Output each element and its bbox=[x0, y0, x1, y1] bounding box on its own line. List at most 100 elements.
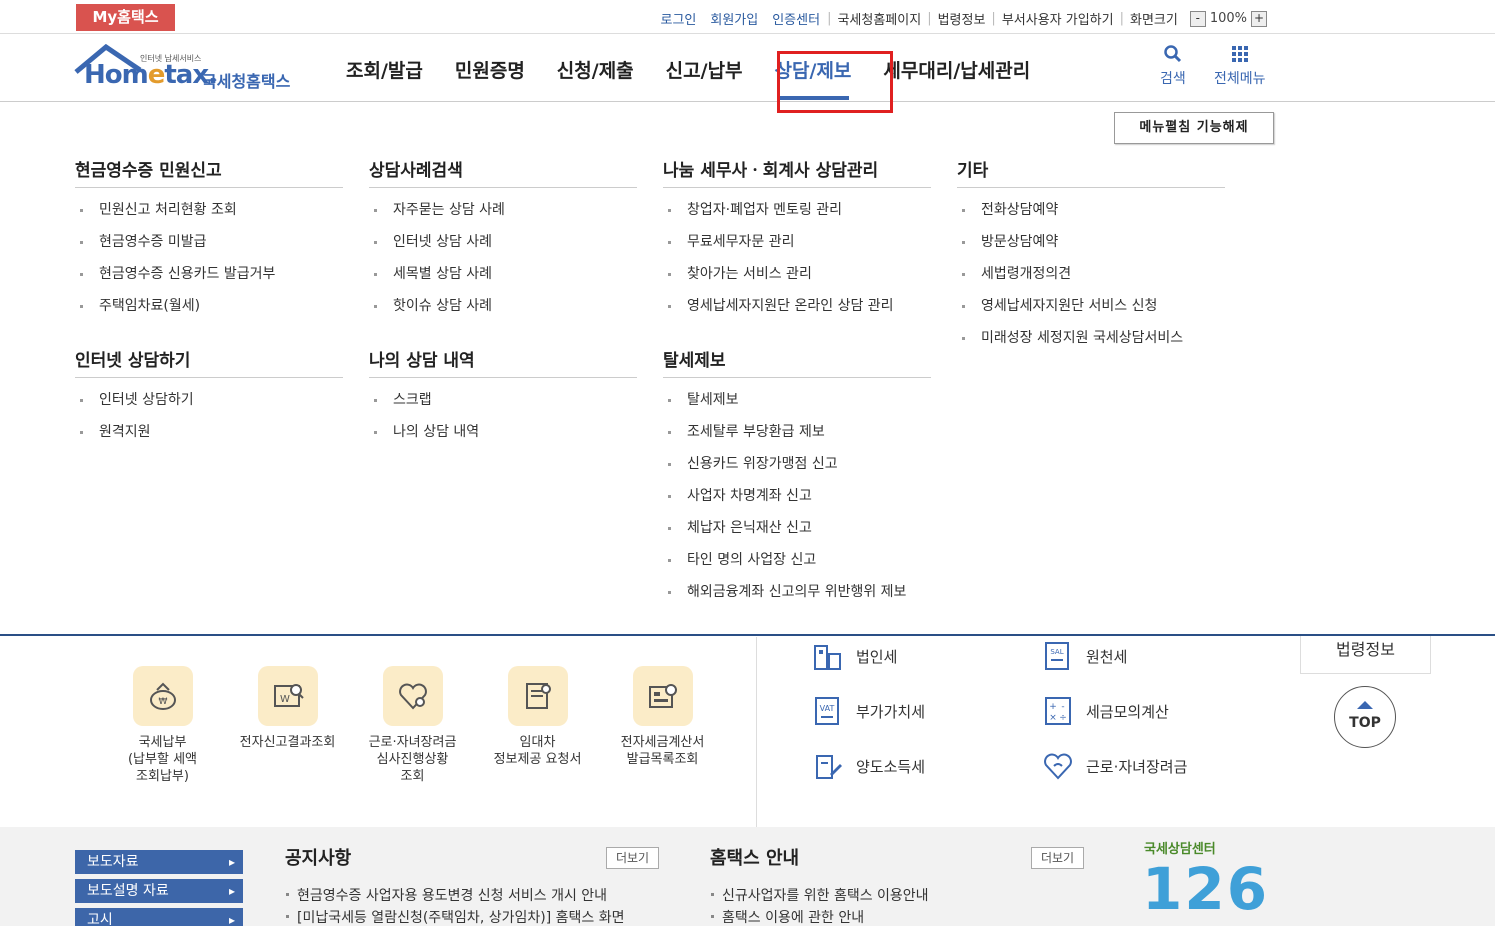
screen-size-label: 화면크기 bbox=[1129, 13, 1178, 28]
top-label: TOP bbox=[1349, 715, 1381, 731]
heart-search-icon bbox=[382, 666, 443, 726]
menu-item[interactable]: 신용카드 위장가맹점 신고 bbox=[663, 452, 931, 484]
menu-section-title[interactable]: 현금영수증 민원신고 bbox=[75, 150, 343, 188]
menu-item[interactable]: 미래성장 세정지원 국세상담서비스 bbox=[957, 326, 1225, 358]
menu-column-2: 상담사례검색 자주묻는 상담 사례 인터넷 상담 사례 세목별 상담 사례 핫이… bbox=[369, 150, 637, 466]
menu-item[interactable]: 전화상담예약 bbox=[957, 198, 1225, 230]
law-info-button[interactable]: 법령정보 bbox=[1300, 636, 1431, 674]
separator: | bbox=[1119, 11, 1124, 26]
consult-center-126-banner[interactable]: 국세상담센터 126 bbox=[1142, 838, 1272, 926]
list-item[interactable]: 신규사업자를 위한 홈택스 이용안내 bbox=[710, 885, 1110, 907]
menu-section-title[interactable]: 상담사례검색 bbox=[369, 150, 637, 188]
menu-item[interactable]: 사업자 차명계좌 신고 bbox=[663, 484, 931, 516]
list-item[interactable]: 현금영수증 사업자용 용도변경 신청 서비스 개시 안내 bbox=[285, 885, 685, 907]
menu-item[interactable]: 무료세무자문 관리 bbox=[663, 230, 931, 262]
list-item[interactable]: [미납국세등 열람신청(주택임차, 상가임차)] 홈택스 화면 bbox=[285, 907, 685, 926]
menu-item[interactable]: 방문상담예약 bbox=[957, 230, 1225, 262]
menu-section-title[interactable]: 인터넷 상담하기 bbox=[75, 340, 343, 378]
menu-item[interactable]: 민원신고 처리현황 조회 bbox=[75, 198, 343, 230]
search-label: 검색 bbox=[1160, 71, 1186, 87]
bottom-quick-buttons: 보도자료 보도설명 자료 고시 bbox=[75, 850, 243, 926]
my-hometax-button[interactable]: My홈택스 bbox=[76, 4, 175, 31]
nav-civil-certificate[interactable]: 민원증명 bbox=[439, 34, 541, 102]
menu-item[interactable]: 창업자·폐업자 멘토링 관리 bbox=[663, 198, 931, 230]
money-bag-icon: ₩ bbox=[132, 666, 193, 726]
menu-item[interactable]: 인터넷 상담하기 bbox=[75, 388, 343, 420]
tax-capital-gains[interactable]: 양도소득세 bbox=[812, 750, 925, 782]
nav-apply-submit[interactable]: 신청/제출 bbox=[541, 34, 650, 102]
svg-text:÷: ÷ bbox=[1059, 713, 1067, 723]
menu-item[interactable]: 원격지원 bbox=[75, 420, 343, 452]
menu-item[interactable]: 핫이슈 상담 사례 bbox=[369, 294, 637, 326]
notice-more-button[interactable]: 더보기 bbox=[606, 847, 659, 869]
main-navigation: 조회/발급 민원증명 신청/제출 신고/납부 상담/제보 세무대리/납세관리 bbox=[330, 34, 1046, 102]
menu-item[interactable]: 인터넷 상담 사례 bbox=[369, 230, 637, 262]
menu-item[interactable]: 주택임차료(월세) bbox=[75, 294, 343, 326]
svg-text:W: W bbox=[280, 694, 290, 705]
menu-section-title[interactable]: 기타 bbox=[957, 150, 1225, 188]
menu-item[interactable]: 영세납세자지원단 서비스 신청 bbox=[957, 294, 1225, 326]
menu-section-title[interactable]: 나눔 세무사ㆍ회계사 상담관리 bbox=[663, 150, 931, 188]
menu-item[interactable]: 탈세제보 bbox=[663, 388, 931, 420]
list-item[interactable]: 홈택스 이용에 관한 안내 bbox=[710, 907, 1110, 926]
zoom-control: - 100% + bbox=[1189, 10, 1267, 27]
press-release-button[interactable]: 보도자료 bbox=[75, 850, 243, 874]
menu-item[interactable]: 체납자 은닉재산 신고 bbox=[663, 516, 931, 548]
main-header: 인터넷 납세서비스 Hometax. 국세청홈택스 조회/발급 민원증명 신청/… bbox=[0, 34, 1495, 102]
tax-corporate[interactable]: 법인세 bbox=[812, 640, 897, 672]
menu-item[interactable]: 조세탈루 부당환급 제보 bbox=[663, 420, 931, 452]
menu-item[interactable]: 현금영수증 신용카드 발급거부 bbox=[75, 262, 343, 294]
tax-vat[interactable]: VAT 부가가치세 bbox=[812, 695, 925, 727]
document-search-icon: W bbox=[257, 666, 318, 726]
quick-item-lease-info[interactable]: 임대차 정보제공 요청서 bbox=[475, 666, 600, 785]
quick-item-e-filing-result[interactable]: W 전자신고결과조회 bbox=[225, 666, 350, 785]
quick-item-incentive-status[interactable]: 근로·자녀장려금 심사진행상황 조회 bbox=[350, 666, 475, 785]
nav-report-pay[interactable]: 신고/납부 bbox=[650, 34, 759, 102]
vat-doc-icon: VAT bbox=[815, 697, 839, 725]
highlight-box bbox=[777, 51, 893, 113]
menu-item[interactable]: 나의 상담 내역 bbox=[369, 420, 637, 452]
menu-fold-toggle-button[interactable]: 메뉴펼침 기능해제 bbox=[1114, 112, 1274, 144]
cert-center-link[interactable]: 인증센터 bbox=[772, 9, 820, 28]
menu-section-title[interactable]: 나의 상담 내역 bbox=[369, 340, 637, 378]
tax-incentive[interactable]: 근로·자녀장려금 bbox=[1042, 750, 1187, 782]
signup-link[interactable]: 회원가입 bbox=[710, 9, 758, 28]
invoice-search-icon bbox=[632, 666, 693, 726]
tax-withholding[interactable]: SAL 원천세 bbox=[1042, 640, 1127, 672]
svg-text:+: + bbox=[1049, 702, 1057, 712]
press-explanation-button[interactable]: 보도설명 자료 bbox=[75, 879, 243, 903]
all-menu-button[interactable]: 전체메뉴 bbox=[1214, 44, 1266, 88]
menu-item[interactable]: 찾아가는 서비스 관리 bbox=[663, 262, 931, 294]
menu-item[interactable]: 타인 명의 사업장 신고 bbox=[663, 548, 931, 580]
nav-inquiry-issue[interactable]: 조회/발급 bbox=[330, 34, 439, 102]
menu-item[interactable]: 세법령개정의견 bbox=[957, 262, 1225, 294]
menu-item[interactable]: 현금영수증 미발급 bbox=[75, 230, 343, 262]
menu-section-title[interactable]: 탈세제보 bbox=[663, 340, 931, 378]
search-button[interactable]: 검색 bbox=[1160, 44, 1186, 88]
dept-user-signup-link[interactable]: 부서사용자 가입하기 bbox=[1002, 9, 1114, 28]
menu-section: 기타 전화상담예약 방문상담예약 세법령개정의견 영세납세자지원단 서비스 신청… bbox=[957, 150, 1225, 358]
menu-item[interactable]: 해외금융계좌 신고의무 위반행위 제보 bbox=[663, 580, 931, 612]
law-info-link[interactable]: 법령정보 bbox=[938, 9, 986, 28]
scroll-top-button[interactable]: TOP bbox=[1334, 686, 1396, 748]
document-edit-icon bbox=[816, 755, 842, 779]
quick-item-e-invoice-list[interactable]: 전자세금계산서 발급목록조회 bbox=[600, 666, 725, 785]
zoom-in-button[interactable]: + bbox=[1251, 10, 1267, 27]
menu-section: 나눔 세무사ㆍ회계사 상담관리 창업자·폐업자 멘토링 관리 무료세무자문 관리… bbox=[663, 150, 931, 326]
menu-item[interactable]: 영세납세자지원단 온라인 상담 관리 bbox=[663, 294, 931, 326]
guide-more-button[interactable]: 더보기 bbox=[1031, 847, 1084, 869]
login-link[interactable]: 로그인 bbox=[660, 9, 696, 28]
nts-homepage-link[interactable]: 국세청홈페이지 bbox=[837, 9, 921, 28]
logo-korean-name: 국세청홈택스 bbox=[202, 72, 291, 91]
tax-simulation[interactable]: + - × ÷ 세금모의계산 bbox=[1042, 695, 1169, 727]
hometax-logo[interactable]: 인터넷 납세서비스 Hometax. 국세청홈택스 bbox=[74, 42, 304, 98]
menu-section: 상담사례검색 자주묻는 상담 사례 인터넷 상담 사례 세목별 상담 사례 핫이… bbox=[369, 150, 637, 326]
menu-item[interactable]: 스크랩 bbox=[369, 388, 637, 420]
zoom-out-button[interactable]: - bbox=[1189, 10, 1206, 27]
notice-gosi-button[interactable]: 고시 bbox=[75, 908, 243, 926]
menu-item[interactable]: 자주묻는 상담 사례 bbox=[369, 198, 637, 230]
menu-column-1: 현금영수증 민원신고 민원신고 처리현황 조회 현금영수증 미발급 현금영수증 … bbox=[75, 150, 343, 466]
menu-item[interactable]: 세목별 상담 사례 bbox=[369, 262, 637, 294]
nav-tax-agent[interactable]: 세무대리/납세관리 bbox=[867, 34, 1046, 102]
quick-item-tax-payment[interactable]: ₩ 국세납부 (납부할 세액 조회납부) bbox=[100, 666, 225, 785]
